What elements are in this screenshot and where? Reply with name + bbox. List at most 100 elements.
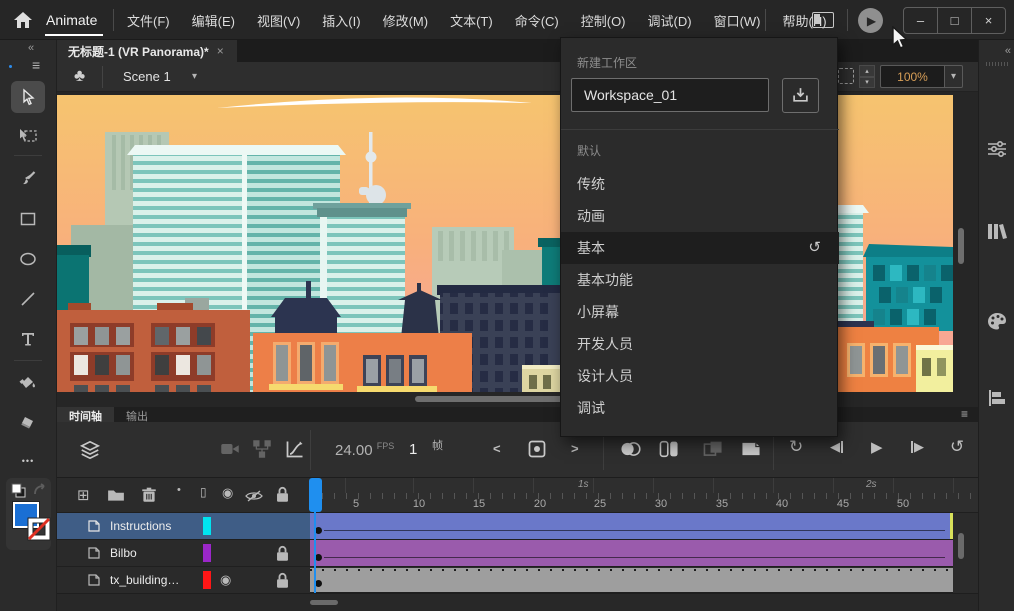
- new-layer-icon[interactable]: ⊞: [77, 486, 90, 504]
- maximize-button[interactable]: □: [938, 8, 972, 33]
- onion-skin-outline-icon[interactable]: [658, 439, 680, 459]
- layer-row-instructions[interactable]: Instructions: [57, 513, 310, 540]
- outline-view-icon[interactable]: ▯: [200, 485, 207, 499]
- close-button[interactable]: ×: [972, 8, 1005, 33]
- new-folder-icon[interactable]: [107, 486, 125, 504]
- collapse-tools-icon[interactable]: «: [28, 42, 32, 54]
- workspace-item-small-screen[interactable]: 小屏幕: [561, 296, 839, 328]
- timeline-panel-menu-icon[interactable]: ≡: [961, 407, 968, 421]
- menu-file[interactable]: 文件(F): [127, 11, 170, 30]
- zoom-level-input[interactable]: 100%: [880, 65, 945, 88]
- text-tool[interactable]: [11, 323, 45, 355]
- next-keyframe-icon[interactable]: >: [571, 441, 579, 456]
- swap-colors-icon[interactable]: [32, 483, 48, 499]
- stroke-color-swatch[interactable]: [26, 516, 52, 542]
- workspace-layout-icon[interactable]: [812, 12, 834, 28]
- symbol-club-icon[interactable]: ♣: [74, 66, 85, 86]
- go-to-first-frame-icon[interactable]: ◀: [830, 439, 843, 455]
- layer-row-bilbo[interactable]: Bilbo: [57, 540, 310, 567]
- scene-name[interactable]: Scene 1: [123, 69, 171, 84]
- workspace-item-animation[interactable]: 动画: [561, 200, 839, 232]
- previous-keyframe-icon[interactable]: <: [493, 441, 501, 456]
- graph-editor-icon[interactable]: [285, 439, 305, 459]
- playhead[interactable]: [309, 478, 322, 512]
- eraser-tool[interactable]: [11, 406, 45, 438]
- paint-bucket-tool[interactable]: [11, 368, 45, 400]
- track-tx-building[interactable]: [310, 568, 953, 593]
- brush-tool[interactable]: [11, 163, 45, 195]
- workspace-item-essentials[interactable]: 基本功能: [561, 264, 839, 296]
- save-workspace-button[interactable]: [782, 78, 819, 113]
- workspace-item-debug[interactable]: 调试: [561, 392, 839, 424]
- rectangle-tool[interactable]: [11, 203, 45, 235]
- tab-timeline[interactable]: 时间轴: [57, 407, 114, 422]
- workspace-item-basic[interactable]: 基本 ↺: [561, 232, 839, 264]
- scene-chevron-icon[interactable]: ▾: [192, 71, 197, 82]
- default-colors-icon[interactable]: [11, 483, 27, 499]
- workspace-item-classic[interactable]: 传统: [561, 168, 839, 200]
- minimize-button[interactable]: –: [904, 8, 938, 33]
- menu-insert[interactable]: 插入(I): [322, 11, 360, 30]
- highlight-layers-icon[interactable]: ◉: [222, 485, 233, 501]
- step-forward-icon[interactable]: ▶: [911, 439, 924, 455]
- layer-lock-icon[interactable]: [275, 572, 290, 589]
- selection-tool[interactable]: [11, 81, 45, 113]
- oval-tool[interactable]: [11, 243, 45, 275]
- test-movie-play-button[interactable]: ▶: [858, 8, 883, 33]
- tab-output[interactable]: 输出: [114, 407, 160, 422]
- layer-color-swatch[interactable]: [203, 571, 211, 589]
- center-frame-icon[interactable]: [527, 439, 547, 459]
- dock-grip[interactable]: [986, 62, 1008, 66]
- more-tools-button[interactable]: •••: [11, 452, 45, 470]
- workspace-item-designer[interactable]: 设计人员: [561, 360, 839, 392]
- tools-panel-menu-icon[interactable]: ≡: [32, 57, 40, 73]
- onion-skin-icon[interactable]: [619, 439, 641, 459]
- layer-row-tx-building[interactable]: tx_building… ◉: [57, 567, 310, 594]
- track-instructions[interactable]: [310, 513, 953, 540]
- zoom-step-up-icon[interactable]: ▴: [859, 65, 875, 77]
- zoom-dropdown[interactable]: ▾: [945, 65, 963, 88]
- play-button[interactable]: ▶: [871, 438, 883, 456]
- workspace-name-input[interactable]: [571, 78, 769, 112]
- layer-color-swatch[interactable]: [203, 544, 211, 562]
- layer-lock-icon[interactable]: [275, 545, 290, 562]
- timeline-horizontal-scrollbar[interactable]: [310, 600, 338, 605]
- timeline-vertical-scrollbar[interactable]: [958, 533, 964, 559]
- align-icon[interactable]: [986, 387, 1008, 409]
- line-tool[interactable]: [11, 283, 45, 315]
- zoom-step-down-icon[interactable]: ▾: [859, 77, 875, 89]
- current-frame-value[interactable]: 1: [409, 441, 417, 458]
- show-all-dot-icon[interactable]: •: [177, 484, 181, 496]
- menu-debug[interactable]: 调试(D): [648, 11, 692, 30]
- rewind-loop-icon[interactable]: ↺: [950, 437, 964, 457]
- workspace-item-developer[interactable]: 开发人员: [561, 328, 839, 360]
- hide-all-layers-icon[interactable]: [245, 488, 263, 504]
- color-palette-icon[interactable]: [986, 310, 1008, 332]
- library-icon[interactable]: [986, 220, 1008, 242]
- menu-control[interactable]: 控制(O): [581, 11, 626, 30]
- zoom-stepper[interactable]: ▴ ▾: [859, 65, 875, 88]
- edit-multiple-frames-icon[interactable]: [702, 439, 724, 459]
- lock-all-layers-icon[interactable]: [275, 486, 290, 503]
- layers-icon[interactable]: [79, 439, 101, 461]
- layer-highlight-icon[interactable]: ◉: [220, 572, 231, 588]
- clip-content-icon[interactable]: [838, 68, 854, 84]
- document-tab[interactable]: 无标题-1 (VR Panorama)* ×: [57, 40, 237, 62]
- delete-layer-icon[interactable]: [140, 486, 158, 504]
- expand-dock-icon[interactable]: «: [1005, 45, 1009, 57]
- timeline-ruler[interactable]: 1s 2s 5 10 15 20 25 30 35 40 45 50: [310, 478, 978, 513]
- menu-view[interactable]: 视图(V): [257, 11, 300, 30]
- track-bilbo[interactable]: [310, 540, 953, 567]
- layer-color-swatch[interactable]: [203, 517, 211, 535]
- tab-close-icon[interactable]: ×: [217, 44, 224, 58]
- stage-vertical-scrollbar[interactable]: [958, 228, 964, 264]
- menu-modify[interactable]: 修改(M): [383, 11, 429, 30]
- loop-playback-icon[interactable]: ↻: [789, 437, 803, 457]
- properties-icon[interactable]: [986, 138, 1008, 160]
- stage-horizontal-scrollbar[interactable]: [415, 396, 565, 402]
- camera-icon[interactable]: [220, 439, 240, 459]
- subselection-tool[interactable]: [11, 120, 45, 152]
- menu-text[interactable]: 文本(T): [450, 11, 493, 30]
- layer-parenting-icon[interactable]: [252, 439, 272, 459]
- insert-frame-icon[interactable]: [740, 439, 762, 459]
